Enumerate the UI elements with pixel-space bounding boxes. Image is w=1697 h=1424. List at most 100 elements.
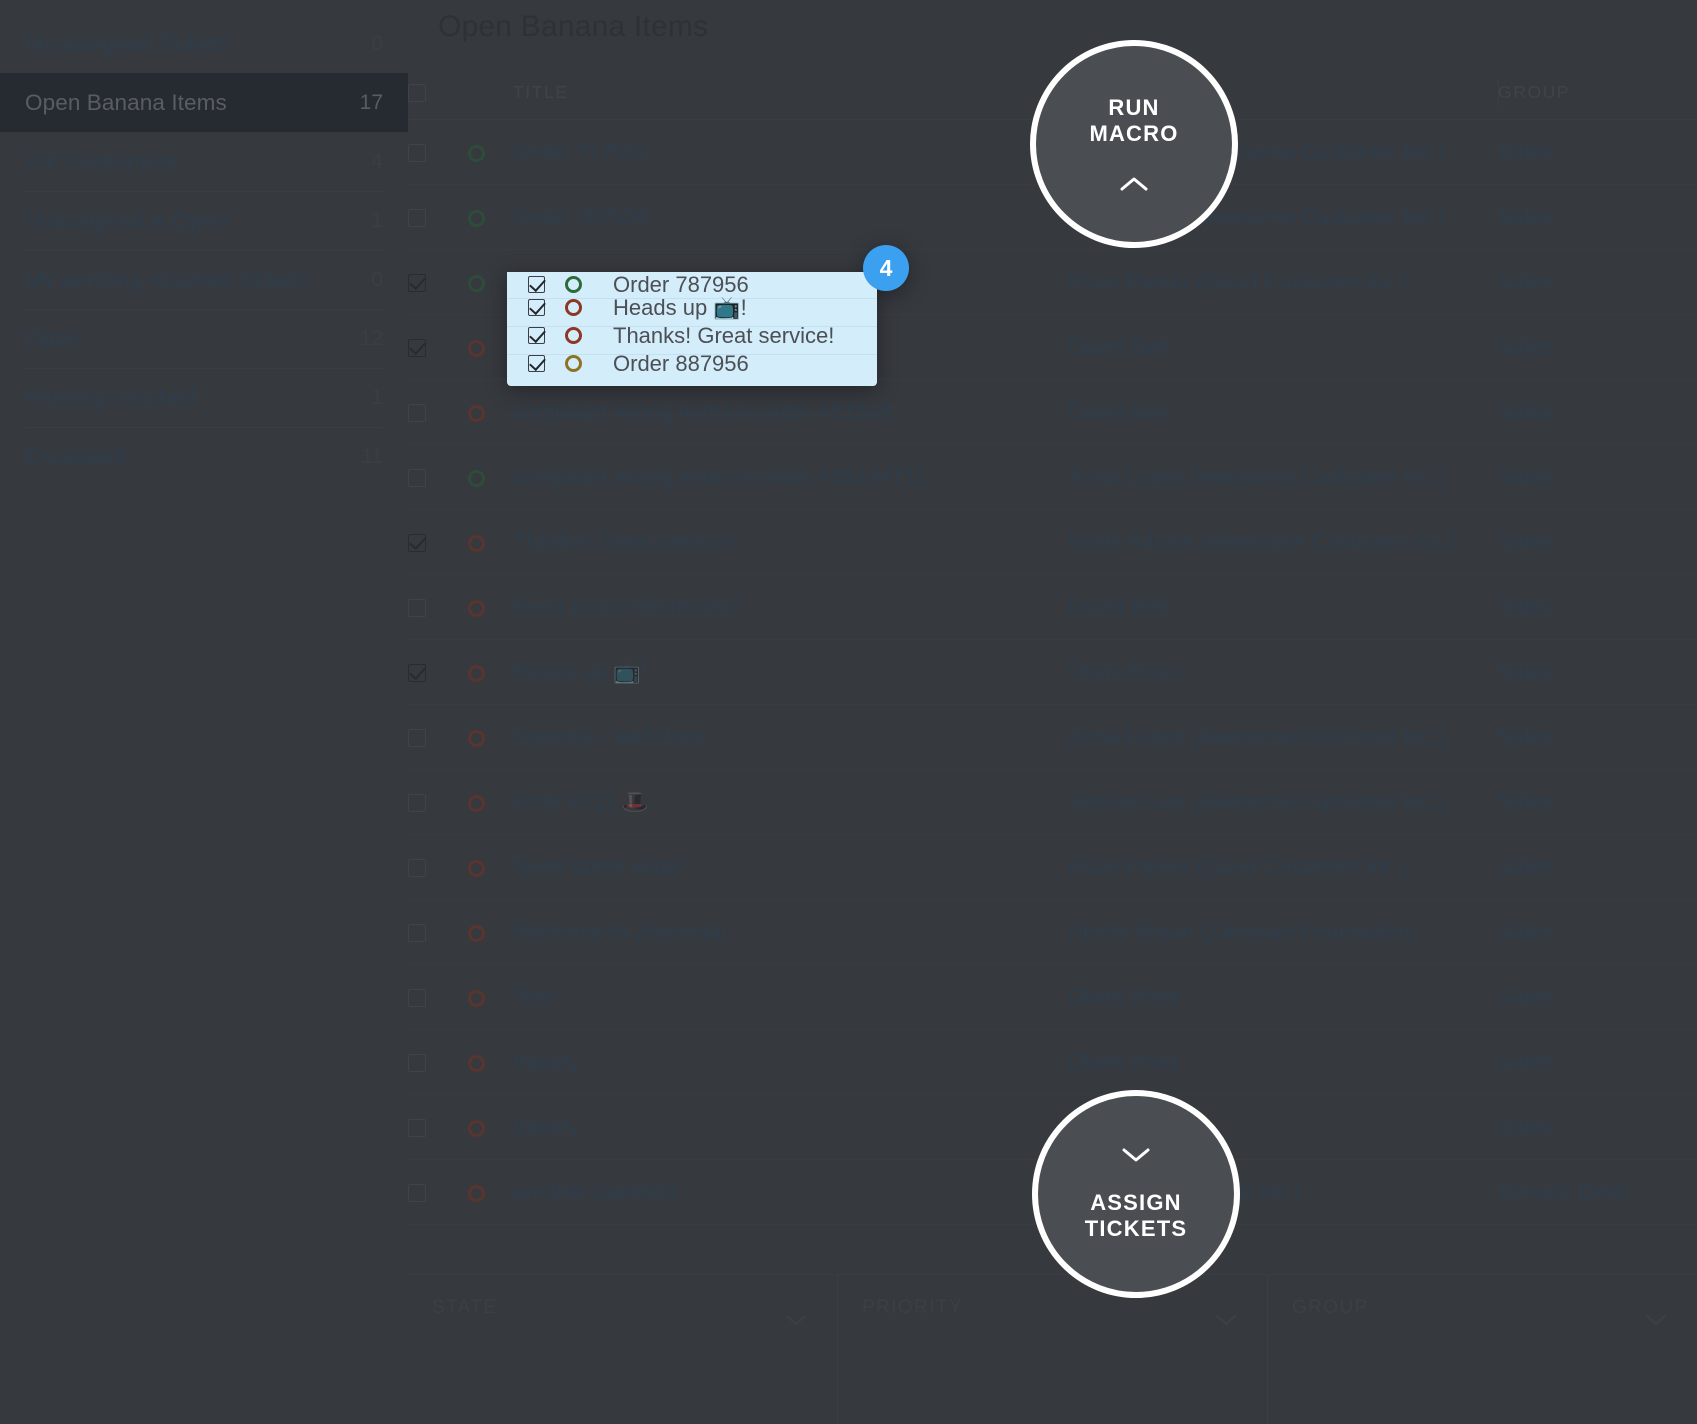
row-select-cell[interactable]: [408, 1094, 468, 1160]
chevron-down-icon[interactable]: [785, 1313, 807, 1327]
table-row[interactable]: complaint wrong items in order #55194711…: [408, 444, 1697, 510]
drag-state-closed-icon: [565, 276, 613, 294]
drag-row-title: Thanks! Great service!: [613, 322, 835, 348]
chevron-down-icon[interactable]: [1215, 1313, 1237, 1327]
sidebar-item-vip-customers[interactable]: VIP Customers 4: [0, 132, 408, 191]
state-open-icon: [468, 534, 485, 552]
row-title[interactable]: Inquiry: [513, 1094, 1068, 1160]
row-select-cell[interactable]: [408, 1159, 468, 1225]
row-select-cell[interactable]: [408, 509, 468, 575]
sidebar-item-my-pending-reached-tickets[interactable]: My pending reached Tickets 0: [0, 250, 408, 309]
sidebar-item-label: Pending reached: [25, 384, 197, 410]
title-column-header[interactable]: TITLE: [513, 68, 1068, 120]
chevron-down-icon[interactable]: [1645, 1313, 1667, 1327]
row-checkbox[interactable]: [408, 989, 426, 1008]
table-row[interactable]: complaint wrong items in order #51519… Da…: [408, 379, 1697, 445]
row-title[interactable]: Need more information!: [513, 574, 1068, 640]
drag-row-checkbox-cell: [507, 355, 565, 373]
row-title[interactable]: another question: [513, 1159, 1068, 1225]
sidebar-item-escalated[interactable]: Escalated 11: [0, 427, 408, 486]
row-select-cell[interactable]: [408, 184, 468, 250]
row-select-cell[interactable]: [408, 834, 468, 900]
row-select-cell[interactable]: [408, 769, 468, 835]
row-title[interactable]: Order 777555: [513, 119, 1068, 185]
row-customer: Ryan Parker (Good Customer Inc.): [1068, 834, 1498, 900]
row-title[interactable]: complaint wrong items in order #51519…: [513, 379, 1068, 445]
row-title[interactable]: Heads up 📺!: [513, 639, 1068, 705]
table-row[interactable]: InquiryOlivia RossSales: [408, 1029, 1697, 1095]
table-row[interactable]: Test Olivia Ross Sales: [408, 964, 1697, 1030]
sidebar-item-label: My pending reached Tickets: [25, 266, 308, 292]
bulk-field-state[interactable]: STATE: [408, 1275, 838, 1424]
row-checkbox[interactable]: [408, 664, 426, 683]
row-customer: Olivia Ross: [1068, 964, 1498, 1030]
sidebar-item-my-assigned-tickets[interactable]: My assigned Tickets 0: [0, 14, 408, 73]
table-row[interactable]: Heads up 📺! Olivia Ross Sales: [408, 639, 1697, 705]
table-row[interactable]: Need some water Ryan Parker (Good Custome…: [408, 834, 1697, 900]
sidebar-item-pending-reached[interactable]: Pending reached 1: [0, 368, 408, 427]
drop-target-assign-tickets[interactable]: ASSIGN TICKETS: [1032, 1090, 1240, 1298]
sidebar-item-open[interactable]: Open 12: [0, 309, 408, 368]
row-checkbox[interactable]: [408, 339, 426, 358]
state-open-icon: [468, 1054, 485, 1072]
sidebar-item-open-banana-items[interactable]: Open Banana Items 17: [0, 73, 408, 132]
row-checkbox[interactable]: [408, 859, 426, 878]
row-checkbox[interactable]: [408, 209, 426, 228]
row-checkbox[interactable]: [408, 924, 426, 943]
drop-target-run-macro[interactable]: RUN MACRO: [1030, 40, 1238, 248]
row-checkbox[interactable]: [408, 144, 426, 163]
table-row[interactable]: Thanks! Great service! Emily Adams (Aweso…: [408, 509, 1697, 575]
row-select-cell[interactable]: [408, 639, 468, 705]
group-column-header[interactable]: GROUP: [1498, 68, 1697, 120]
row-select-cell[interactable]: [408, 444, 468, 510]
row-checkbox[interactable]: [408, 1184, 426, 1203]
row-checkbox[interactable]: [408, 404, 426, 423]
bulk-field-priority[interactable]: PRIORITY: [838, 1275, 1268, 1424]
state-open-icon: [468, 664, 485, 682]
state-pending-icon: [565, 355, 582, 372]
row-title[interactable]: Surprise - well done: [513, 704, 1068, 770]
drag-row-title: Order 887956: [613, 354, 749, 376]
drag-ghost-stack[interactable]: 4 Order 787956 Heads up 📺! Thanks! Great s…: [507, 245, 909, 386]
row-title[interactable]: Order 787556: [513, 184, 1068, 250]
drag-count-badge: 4: [863, 245, 909, 291]
row-select-cell[interactable]: [408, 1029, 468, 1095]
row-checkbox[interactable]: [408, 599, 426, 618]
row-select-cell[interactable]: [408, 964, 468, 1030]
row-title[interactable]: complaint wrong items in order #55194711: [513, 444, 1068, 510]
row-title[interactable]: Welcome to Zammad!: [513, 899, 1068, 965]
sidebar-item-unassigned-open[interactable]: Unassigned & Open 1: [0, 191, 408, 250]
sidebar-item-label: Unassigned & Open: [25, 207, 229, 233]
row-checkbox[interactable]: [408, 274, 426, 293]
row-checkbox[interactable]: [408, 794, 426, 813]
row-select-cell[interactable]: [408, 249, 468, 315]
row-select-cell[interactable]: [408, 119, 468, 185]
table-row[interactable]: Welcome to Zammad! Nicole Braun (Zammad F…: [408, 899, 1697, 965]
row-title[interactable]: Thanks! Great service!: [513, 509, 1068, 575]
row-checkbox[interactable]: [408, 729, 426, 748]
row-title[interactable]: Inquiry: [513, 1029, 1068, 1095]
row-checkbox[interactable]: [408, 469, 426, 488]
table-row[interactable]: Surprise - well done Anna Lopez (Awesome …: [408, 704, 1697, 770]
table-row[interactable]: Need more information! David Bell Sales: [408, 574, 1697, 640]
sidebar-item-count: 11: [361, 444, 383, 468]
row-title[interactable]: Need some water: [513, 834, 1068, 900]
table-row[interactable]: Error 4711 🎩 Samuel Lee (Awesome Customer…: [408, 769, 1697, 835]
row-checkbox[interactable]: [408, 1119, 426, 1138]
row-title[interactable]: Test: [513, 964, 1068, 1030]
row-title[interactable]: Error 4711 🎩: [513, 769, 1068, 835]
row-select-cell[interactable]: [408, 899, 468, 965]
row-checkbox[interactable]: [408, 534, 426, 553]
row-state-cell: [468, 1094, 513, 1160]
select-all-checkbox[interactable]: [408, 84, 426, 103]
row-select-cell[interactable]: [408, 379, 468, 445]
state-closed-icon: [565, 276, 582, 294]
row-select-cell[interactable]: [408, 314, 468, 380]
select-all-header[interactable]: [408, 68, 468, 120]
state-open-icon: [468, 729, 485, 747]
row-checkbox[interactable]: [408, 1054, 426, 1073]
row-select-cell[interactable]: [408, 704, 468, 770]
row-select-cell[interactable]: [408, 574, 468, 640]
bulk-field-group[interactable]: GROUP: [1268, 1275, 1697, 1424]
state-open-icon: [468, 989, 485, 1007]
